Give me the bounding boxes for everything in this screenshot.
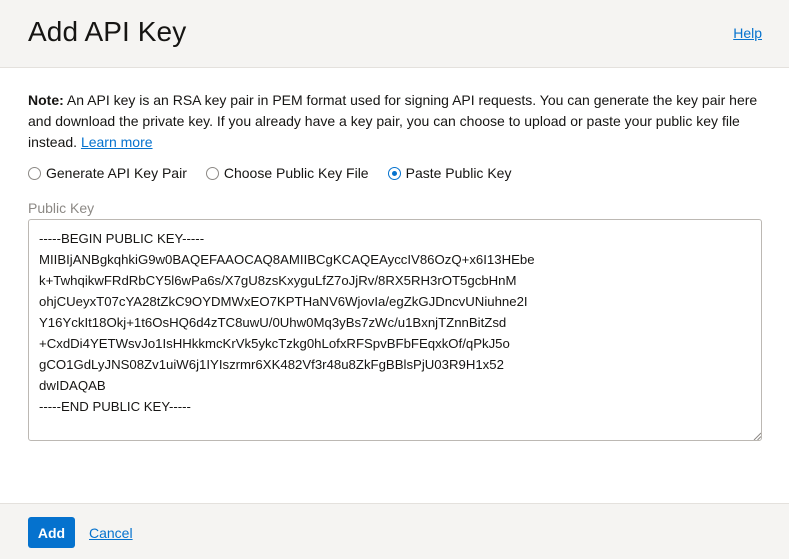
- radio-label-paste: Paste Public Key: [405, 165, 512, 181]
- radio-label-generate: Generate API Key Pair: [46, 165, 187, 181]
- radio-label-choose-file: Choose Public Key File: [223, 165, 369, 181]
- radio-button-icon[interactable]: [28, 166, 41, 180]
- add-api-key-dialog: Add API Key Help Note: An API key is an …: [0, 0, 789, 559]
- dialog-header: Add API Key Help: [0, 0, 789, 68]
- dialog-title: Add API Key: [28, 16, 187, 47]
- radio-generate-key-pair[interactable]: Generate API Key Pair: [28, 165, 187, 181]
- public-key-label: Public Key: [28, 200, 95, 216]
- public-key-textarea[interactable]: -----BEGIN PUBLIC KEY----- MIIBIjANBgkqh…: [28, 219, 762, 441]
- add-button[interactable]: Add: [28, 517, 75, 548]
- radio-paste-public-key[interactable]: Paste Public Key: [387, 165, 512, 181]
- radio-button-icon[interactable]: [205, 166, 219, 180]
- dialog-footer: Add Cancel: [0, 503, 789, 559]
- radio-button-selected-icon[interactable]: [387, 166, 401, 180]
- key-source-radio-group: Generate API Key Pair Choose Public Key …: [28, 163, 530, 183]
- resize-grip-icon[interactable]: [753, 432, 761, 440]
- dialog-body: Note: An API key is an RSA key pair in P…: [28, 68, 762, 503]
- learn-more-link[interactable]: Learn more: [81, 134, 153, 150]
- note-label: Note:: [28, 92, 64, 108]
- help-link[interactable]: Help: [733, 25, 762, 41]
- radio-choose-public-key-file[interactable]: Choose Public Key File: [205, 165, 369, 181]
- note-paragraph: Note: An API key is an RSA key pair in P…: [28, 90, 762, 153]
- cancel-link[interactable]: Cancel: [89, 525, 133, 541]
